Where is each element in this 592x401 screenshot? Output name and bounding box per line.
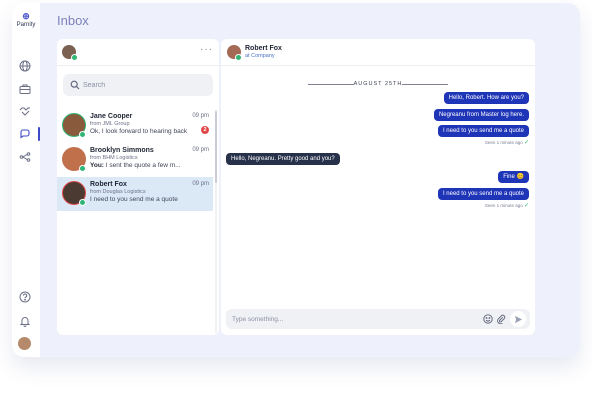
chat-icon[interactable] xyxy=(19,128,31,140)
online-indicator xyxy=(79,199,86,206)
conversation-item-robert-fox[interactable]: Robert Fox from Douglas Logistics I need… xyxy=(57,177,213,211)
logo-mark: ⊕ xyxy=(22,11,30,21)
logo-text: Parnity xyxy=(16,22,36,28)
conversation-org: from BHM Logistics xyxy=(90,155,138,161)
contact-name: Robert Fox xyxy=(245,45,282,52)
handshake-icon[interactable] xyxy=(19,105,31,117)
message-incoming: Hello, Negreanu. Pretty good and you? xyxy=(226,153,340,165)
more-options-icon[interactable]: ··· xyxy=(200,44,213,55)
online-indicator xyxy=(79,165,86,172)
unread-badge: 2 xyxy=(201,126,209,134)
online-indicator xyxy=(79,131,86,138)
conversation-name: Robert Fox xyxy=(90,181,127,188)
conversation-time: 09 pm xyxy=(192,181,209,187)
conversation-name: Jane Cooper xyxy=(90,113,133,120)
seen-status: Seen 1 minute ago ✓ xyxy=(485,202,529,209)
message-outgoing: Fine 😊 xyxy=(498,171,529,183)
app-logo[interactable]: ⊕ Parnity xyxy=(14,12,38,29)
conversation-time: 09 pm xyxy=(192,113,209,119)
contact-company[interactable]: at Company xyxy=(245,53,275,59)
list-scrollbar[interactable] xyxy=(215,109,217,333)
user-avatar[interactable] xyxy=(18,337,31,350)
conversation-preview: Ok, I look forward to hearing back xyxy=(90,128,188,135)
divider xyxy=(221,65,535,66)
date-label: AUGUST 25TH xyxy=(353,81,403,87)
message-input[interactable] xyxy=(232,312,472,326)
active-nav-indicator xyxy=(38,127,40,141)
online-indicator xyxy=(235,54,242,61)
conversation-time: 09 pm xyxy=(192,147,209,153)
message-composer xyxy=(226,309,530,329)
page-title: Inbox xyxy=(57,13,89,28)
search-icon xyxy=(70,80,80,90)
app-window: ⊕ Parnity Inbox ··· Search Jane Cooper f… xyxy=(12,3,580,357)
chat-panel: Robert Fox at Company AUGUST 25TH Hello,… xyxy=(221,39,535,335)
message-outgoing: Hello, Robert. How are you? xyxy=(443,92,529,104)
divider xyxy=(57,65,219,66)
globe-icon[interactable] xyxy=(19,60,31,72)
conversation-item-brooklyn-simmons[interactable]: Brooklyn Simmons from BHM Logistics You:… xyxy=(57,143,213,177)
separator-line xyxy=(402,84,448,85)
conversation-name: Brooklyn Simmons xyxy=(90,147,154,154)
emoji-icon[interactable] xyxy=(483,314,493,324)
seen-status: Seen 1 minute ago ✓ xyxy=(485,139,529,146)
preview-text: I sent the quote a few m... xyxy=(103,162,181,169)
conversation-list-panel: ··· Jane Cooper from JML Group Ok, I loo… xyxy=(57,39,219,335)
conversation-preview: You: I sent the quote a few m... xyxy=(90,162,200,169)
bell-icon[interactable] xyxy=(19,315,31,327)
seen-text: Seen 1 minute ago xyxy=(484,140,523,145)
search-input[interactable] xyxy=(83,78,203,92)
message-outgoing: I need to you send me a quote xyxy=(437,125,529,137)
paperclip-icon[interactable] xyxy=(496,314,506,324)
date-separator: AUGUST 25TH xyxy=(221,80,535,88)
sidebar: ⊕ Parnity xyxy=(12,3,40,357)
send-icon xyxy=(514,315,523,324)
seen-text: Seen 1 minute ago xyxy=(484,203,523,208)
send-button[interactable] xyxy=(510,311,526,327)
message-outgoing: I need to you send me a quote xyxy=(437,188,529,200)
search-box xyxy=(63,74,213,96)
preview-prefix: You: xyxy=(90,162,104,169)
conversation-org: from JML Group xyxy=(90,121,130,127)
conversation-preview: I need to you send me a quote xyxy=(90,196,178,203)
check-icon: ✓ xyxy=(523,203,529,209)
online-indicator xyxy=(71,54,78,61)
help-icon[interactable] xyxy=(19,291,31,303)
scrollbar-thumb[interactable] xyxy=(215,111,217,183)
network-icon[interactable] xyxy=(19,151,31,163)
check-icon: ✓ xyxy=(523,140,529,146)
briefcase-icon[interactable] xyxy=(19,83,31,95)
conversation-item-jane-cooper[interactable]: Jane Cooper from JML Group Ok, I look fo… xyxy=(57,109,213,143)
conversation-org: from Douglas Logistics xyxy=(90,189,146,195)
message-outgoing: Negreanu from Master log here. xyxy=(433,109,529,121)
